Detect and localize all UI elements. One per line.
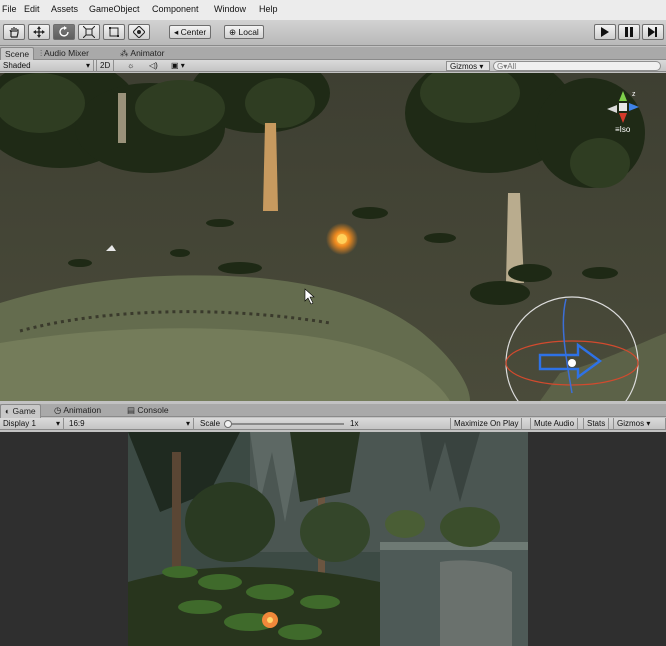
dropdown-arrow-icon: ▾ <box>477 62 484 71</box>
dropdown-arrow-icon: ▾ <box>85 61 90 70</box>
tab-game[interactable]: ◐ Game <box>0 404 41 418</box>
game-render <box>0 432 666 646</box>
gizmos-dropdown[interactable]: Gizmos ▾ <box>446 61 490 71</box>
scale-value: 1x <box>350 419 359 428</box>
search-placeholder: G▾All <box>497 62 517 71</box>
hand-tool-button[interactable] <box>3 24 25 40</box>
scale-icon <box>83 26 95 38</box>
scale-slider-track[interactable] <box>226 423 344 425</box>
shading-mode-label: Shaded <box>3 61 31 70</box>
tab-animation[interactable]: ◷ Animation <box>50 404 105 417</box>
tab-scene[interactable]: Scene <box>0 47 35 61</box>
gizmos-label: Gizmos <box>450 62 478 71</box>
game-control-bar: Display 1 ▾ 16:9 ▾ Scale 1x Maximize On … <box>0 418 666 430</box>
stats-toggle[interactable]: Stats <box>583 418 610 430</box>
shading-mode-dropdown[interactable]: Shaded ▾ <box>0 60 94 72</box>
display-label: Display 1 <box>3 419 36 428</box>
maximize-on-play-toggle[interactable]: Maximize On Play <box>450 418 523 430</box>
image-icon: ▣ ▾ <box>171 61 185 70</box>
scene-render <box>0 73 666 401</box>
tab-game-label: Game <box>12 406 36 416</box>
dropdown-arrow-icon: ▾ <box>185 419 190 428</box>
space-label: Local <box>238 27 259 37</box>
menu-assets[interactable]: Assets <box>51 4 78 14</box>
animation-icon: ◷ <box>54 405 64 415</box>
game-gizmos-label: Gizmos <box>617 419 645 428</box>
rotate-icon <box>59 26 69 37</box>
menu-window[interactable]: Window <box>214 4 246 14</box>
orientation-gizmo[interactable]: z ≡Iso <box>603 87 643 137</box>
2d-toggle[interactable]: 2D <box>96 60 115 72</box>
z-axis-label: z <box>632 91 636 98</box>
dropdown-arrow-icon: ▾ <box>644 419 651 428</box>
audio-toggle[interactable]: ◁) <box>146 60 161 72</box>
sun-icon: ☼ <box>127 61 135 70</box>
2d-toggle-label: 2D <box>100 61 111 70</box>
step-button[interactable] <box>642 24 664 40</box>
tab-audio-mixer-label: Audio Mixer <box>44 48 89 58</box>
menu-file[interactable]: File <box>2 4 17 14</box>
tab-animator-label: Animator <box>130 48 165 58</box>
menu-bar: File Edit Assets GameObject Component Wi… <box>0 0 666 20</box>
space-toggle[interactable]: ⊕ Local <box>224 25 264 39</box>
tab-animation-label: Animation <box>63 405 102 415</box>
game-icon: ◐ <box>5 406 13 416</box>
scene-tab-bar: Scene ⫶ Audio Mixer ⁂ Animator <box>0 47 666 61</box>
menu-help[interactable]: Help <box>259 4 278 14</box>
menu-gameobject[interactable]: GameObject <box>89 4 140 14</box>
scene-viewport[interactable]: z ≡Iso <box>0 73 666 401</box>
scale-label: Scale <box>200 419 221 428</box>
scale-tool-button[interactable] <box>78 24 100 40</box>
move-arrows-icon <box>33 26 45 38</box>
lighting-toggle[interactable]: ☼ <box>124 60 137 72</box>
stats-label: Stats <box>587 419 606 428</box>
rotate-tool-button[interactable] <box>53 24 75 40</box>
pivot-label: Center <box>180 27 207 37</box>
mute-label: Mute Audio <box>534 419 575 428</box>
transform-tool-button[interactable] <box>128 24 150 40</box>
console-icon: ▤ <box>127 405 138 415</box>
pause-button[interactable] <box>618 24 640 40</box>
game-tab-bar: ◐ Game ◷ Animation ▤ Console <box>0 404 666 418</box>
speaker-icon: ◁) <box>149 61 158 70</box>
tab-audio-mixer[interactable]: ⫶ Audio Mixer <box>36 47 93 60</box>
effects-dropdown[interactable]: ▣ ▾ <box>168 60 188 72</box>
pause-icon <box>625 27 633 37</box>
transform-icon <box>133 26 145 38</box>
tab-console[interactable]: ▤ Console <box>123 404 173 417</box>
main-toolbar: ◂ Center ⊕ Local <box>0 20 666 46</box>
display-dropdown[interactable]: Display 1 ▾ <box>0 418 64 430</box>
menu-edit[interactable]: Edit <box>24 4 40 14</box>
axis-gizmo-icon <box>607 91 639 123</box>
projection-label: ≡Iso <box>615 125 631 134</box>
play-button[interactable] <box>594 24 616 40</box>
scale-slider-handle[interactable] <box>224 420 232 428</box>
game-gizmos-dropdown[interactable]: Gizmos ▾ <box>613 418 666 430</box>
tab-animator[interactable]: ⁂ Animator <box>116 47 168 60</box>
pivot-toggle[interactable]: ◂ Center <box>169 25 212 39</box>
globe-icon: ⊕ <box>229 27 237 37</box>
play-icon <box>601 27 609 37</box>
menu-component[interactable]: Component <box>152 4 199 14</box>
move-tool-button[interactable] <box>28 24 50 40</box>
tab-console-label: Console <box>137 405 169 415</box>
scene-control-bar: Shaded ▾ 2D ☼ ◁) ▣ ▾ Gizmos ▾ G▾All <box>0 60 666 72</box>
aspect-dropdown[interactable]: 16:9 ▾ <box>66 418 194 430</box>
aspect-label: 16:9 <box>69 419 85 428</box>
step-icon <box>648 27 657 37</box>
maximize-label: Maximize On Play <box>454 419 519 428</box>
dropdown-arrow-icon: ▾ <box>55 419 60 428</box>
pivot-icon: ◂ <box>174 27 179 37</box>
tab-scene-label: Scene <box>5 49 30 59</box>
hand-icon <box>9 27 19 38</box>
animator-icon: ⁂ <box>120 48 131 58</box>
rect-tool-button[interactable] <box>103 24 125 40</box>
hierarchy-search-input[interactable]: G▾All <box>493 61 661 71</box>
rect-icon <box>109 27 119 37</box>
mute-audio-toggle[interactable]: Mute Audio <box>530 418 579 430</box>
game-viewport[interactable] <box>0 432 666 646</box>
projection-mode-text: Iso <box>619 125 631 134</box>
